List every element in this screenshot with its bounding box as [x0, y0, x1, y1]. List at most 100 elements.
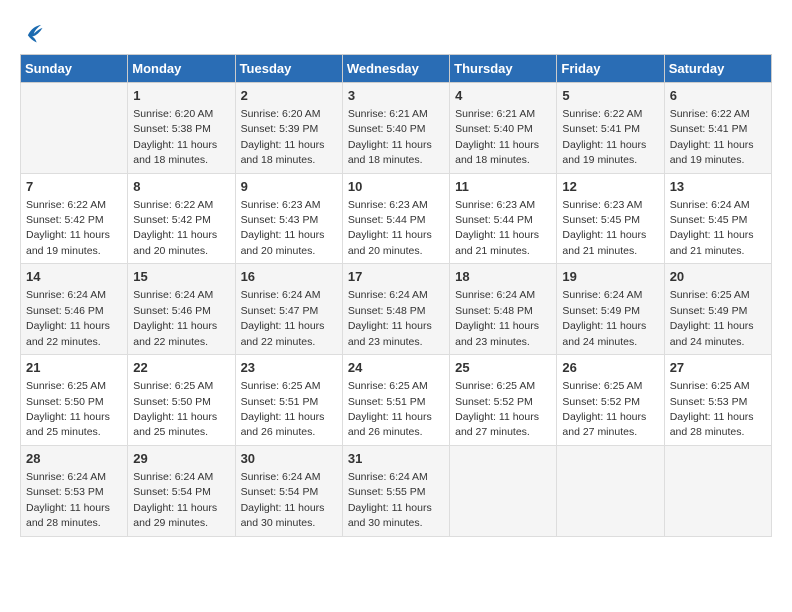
- calendar-cell: 12 Sunrise: 6:23 AMSunset: 5:45 PMDayligh…: [557, 173, 664, 264]
- day-number: 10: [348, 178, 444, 196]
- calendar-cell: 17 Sunrise: 6:24 AMSunset: 5:48 PMDayligh…: [342, 264, 449, 355]
- cell-info: Sunrise: 6:21 AMSunset: 5:40 PMDaylight:…: [348, 108, 432, 166]
- header-day-saturday: Saturday: [664, 54, 771, 82]
- cell-info: Sunrise: 6:24 AMSunset: 5:47 PMDaylight:…: [241, 289, 325, 347]
- calendar-week-4: 21 Sunrise: 6:25 AMSunset: 5:50 PMDayligh…: [21, 355, 772, 446]
- day-number: 5: [562, 87, 658, 105]
- cell-info: Sunrise: 6:20 AMSunset: 5:39 PMDaylight:…: [241, 108, 325, 166]
- calendar-cell: 22 Sunrise: 6:25 AMSunset: 5:50 PMDayligh…: [128, 355, 235, 446]
- calendar-cell: 29 Sunrise: 6:24 AMSunset: 5:54 PMDayligh…: [128, 445, 235, 536]
- cell-info: Sunrise: 6:22 AMSunset: 5:41 PMDaylight:…: [562, 108, 646, 166]
- day-number: 9: [241, 178, 337, 196]
- cell-info: Sunrise: 6:25 AMSunset: 5:51 PMDaylight:…: [241, 380, 325, 438]
- calendar-cell: 18 Sunrise: 6:24 AMSunset: 5:48 PMDayligh…: [450, 264, 557, 355]
- cell-info: Sunrise: 6:23 AMSunset: 5:44 PMDaylight:…: [348, 199, 432, 257]
- cell-info: Sunrise: 6:22 AMSunset: 5:42 PMDaylight:…: [26, 199, 110, 257]
- header-day-tuesday: Tuesday: [235, 54, 342, 82]
- calendar-cell: 23 Sunrise: 6:25 AMSunset: 5:51 PMDayligh…: [235, 355, 342, 446]
- header-day-friday: Friday: [557, 54, 664, 82]
- calendar-cell: 3 Sunrise: 6:21 AMSunset: 5:40 PMDaylight…: [342, 82, 449, 173]
- cell-info: Sunrise: 6:24 AMSunset: 5:53 PMDaylight:…: [26, 471, 110, 529]
- day-number: 20: [670, 268, 766, 286]
- cell-info: Sunrise: 6:22 AMSunset: 5:41 PMDaylight:…: [670, 108, 754, 166]
- cell-info: Sunrise: 6:24 AMSunset: 5:48 PMDaylight:…: [348, 289, 432, 347]
- calendar-cell: 27 Sunrise: 6:25 AMSunset: 5:53 PMDayligh…: [664, 355, 771, 446]
- calendar-cell: [557, 445, 664, 536]
- calendar-cell: 13 Sunrise: 6:24 AMSunset: 5:45 PMDayligh…: [664, 173, 771, 264]
- day-number: 12: [562, 178, 658, 196]
- cell-info: Sunrise: 6:24 AMSunset: 5:46 PMDaylight:…: [26, 289, 110, 347]
- cell-info: Sunrise: 6:24 AMSunset: 5:49 PMDaylight:…: [562, 289, 646, 347]
- calendar-week-5: 28 Sunrise: 6:24 AMSunset: 5:53 PMDayligh…: [21, 445, 772, 536]
- calendar-cell: 9 Sunrise: 6:23 AMSunset: 5:43 PMDaylight…: [235, 173, 342, 264]
- calendar-week-2: 7 Sunrise: 6:22 AMSunset: 5:42 PMDaylight…: [21, 173, 772, 264]
- calendar-cell: 11Sunrise: 6:23 AMSunset: 5:44 PMDayligh…: [450, 173, 557, 264]
- cell-info: Sunrise: 6:23 AMSunset: 5:44 PMDaylight:…: [455, 199, 539, 257]
- header-day-thursday: Thursday: [450, 54, 557, 82]
- logo-bird-icon: [22, 22, 44, 44]
- day-number: 15: [133, 268, 229, 286]
- calendar-cell: 5 Sunrise: 6:22 AMSunset: 5:41 PMDaylight…: [557, 82, 664, 173]
- cell-info: Sunrise: 6:25 AMSunset: 5:51 PMDaylight:…: [348, 380, 432, 438]
- day-number: 19: [562, 268, 658, 286]
- logo: [20, 20, 46, 44]
- calendar-cell: 20 Sunrise: 6:25 AMSunset: 5:49 PMDayligh…: [664, 264, 771, 355]
- calendar-cell: 19 Sunrise: 6:24 AMSunset: 5:49 PMDayligh…: [557, 264, 664, 355]
- header-day-sunday: Sunday: [21, 54, 128, 82]
- day-number: 25: [455, 359, 551, 377]
- day-number: 16: [241, 268, 337, 286]
- day-number: 2: [241, 87, 337, 105]
- day-number: 27: [670, 359, 766, 377]
- day-number: 6: [670, 87, 766, 105]
- calendar-cell: 25 Sunrise: 6:25 AMSunset: 5:52 PMDayligh…: [450, 355, 557, 446]
- cell-info: Sunrise: 6:24 AMSunset: 5:45 PMDaylight:…: [670, 199, 754, 257]
- day-number: 22: [133, 359, 229, 377]
- calendar-week-3: 14 Sunrise: 6:24 AMSunset: 5:46 PMDayligh…: [21, 264, 772, 355]
- calendar-cell: 24 Sunrise: 6:25 AMSunset: 5:51 PMDayligh…: [342, 355, 449, 446]
- cell-info: Sunrise: 6:22 AMSunset: 5:42 PMDaylight:…: [133, 199, 217, 257]
- calendar-week-1: 1Sunrise: 6:20 AMSunset: 5:38 PMDaylight…: [21, 82, 772, 173]
- header-day-wednesday: Wednesday: [342, 54, 449, 82]
- day-number: 29: [133, 450, 229, 468]
- day-number: 8: [133, 178, 229, 196]
- day-number: 24: [348, 359, 444, 377]
- cell-info: Sunrise: 6:25 AMSunset: 5:50 PMDaylight:…: [26, 380, 110, 438]
- header-day-monday: Monday: [128, 54, 235, 82]
- cell-info: Sunrise: 6:25 AMSunset: 5:52 PMDaylight:…: [455, 380, 539, 438]
- cell-info: Sunrise: 6:23 AMSunset: 5:45 PMDaylight:…: [562, 199, 646, 257]
- day-number: 30: [241, 450, 337, 468]
- cell-info: Sunrise: 6:25 AMSunset: 5:53 PMDaylight:…: [670, 380, 754, 438]
- day-number: 23: [241, 359, 337, 377]
- day-number: 3: [348, 87, 444, 105]
- cell-info: Sunrise: 6:23 AMSunset: 5:43 PMDaylight:…: [241, 199, 325, 257]
- day-number: 21: [26, 359, 122, 377]
- calendar-cell: 7 Sunrise: 6:22 AMSunset: 5:42 PMDaylight…: [21, 173, 128, 264]
- calendar-header-row: SundayMondayTuesdayWednesdayThursdayFrid…: [21, 54, 772, 82]
- calendar-body: 1Sunrise: 6:20 AMSunset: 5:38 PMDaylight…: [21, 82, 772, 536]
- cell-info: Sunrise: 6:25 AMSunset: 5:52 PMDaylight:…: [562, 380, 646, 438]
- calendar-cell: [664, 445, 771, 536]
- cell-info: Sunrise: 6:24 AMSunset: 5:48 PMDaylight:…: [455, 289, 539, 347]
- cell-info: Sunrise: 6:21 AMSunset: 5:40 PMDaylight:…: [455, 108, 539, 166]
- day-number: 13: [670, 178, 766, 196]
- calendar-cell: 26Sunrise: 6:25 AMSunset: 5:52 PMDayligh…: [557, 355, 664, 446]
- calendar-table: SundayMondayTuesdayWednesdayThursdayFrid…: [20, 54, 772, 537]
- calendar-cell: 31 Sunrise: 6:24 AMSunset: 5:55 PMDayligh…: [342, 445, 449, 536]
- day-number: 31: [348, 450, 444, 468]
- cell-info: Sunrise: 6:25 AMSunset: 5:49 PMDaylight:…: [670, 289, 754, 347]
- calendar-cell: 1Sunrise: 6:20 AMSunset: 5:38 PMDaylight…: [128, 82, 235, 173]
- calendar-cell: 6 Sunrise: 6:22 AMSunset: 5:41 PMDaylight…: [664, 82, 771, 173]
- cell-info: Sunrise: 6:24 AMSunset: 5:54 PMDaylight:…: [241, 471, 325, 529]
- cell-info: Sunrise: 6:24 AMSunset: 5:55 PMDaylight:…: [348, 471, 432, 529]
- calendar-cell: 30 Sunrise: 6:24 AMSunset: 5:54 PMDayligh…: [235, 445, 342, 536]
- cell-info: Sunrise: 6:24 AMSunset: 5:54 PMDaylight:…: [133, 471, 217, 529]
- calendar-cell: 21 Sunrise: 6:25 AMSunset: 5:50 PMDayligh…: [21, 355, 128, 446]
- calendar-cell: 4Sunrise: 6:21 AMSunset: 5:40 PMDaylight…: [450, 82, 557, 173]
- day-number: 1: [133, 87, 229, 105]
- cell-info: Sunrise: 6:25 AMSunset: 5:50 PMDaylight:…: [133, 380, 217, 438]
- day-number: 18: [455, 268, 551, 286]
- day-number: 28: [26, 450, 122, 468]
- day-number: 17: [348, 268, 444, 286]
- day-number: 7: [26, 178, 122, 196]
- day-number: 14: [26, 268, 122, 286]
